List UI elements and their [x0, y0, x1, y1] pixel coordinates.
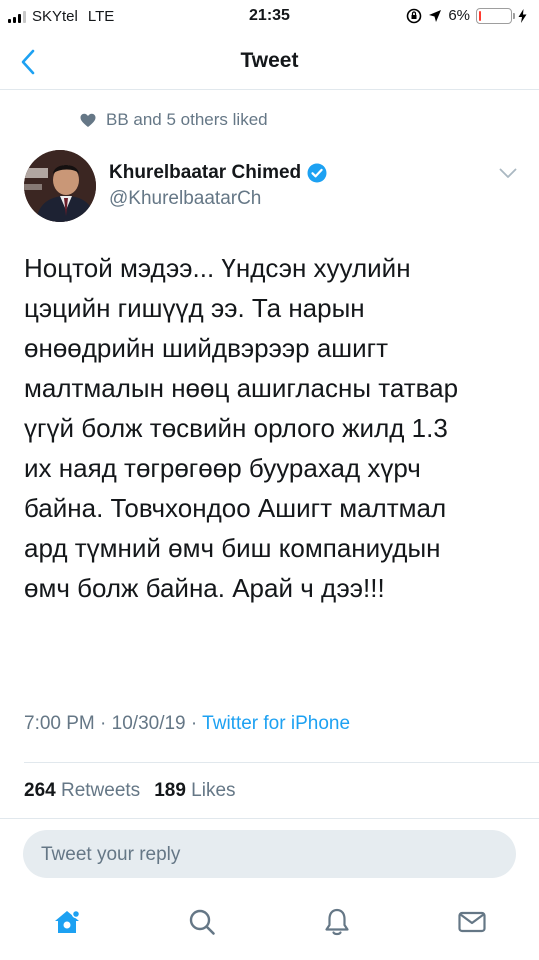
verified-badge-icon [307, 163, 327, 183]
search-icon [189, 909, 215, 935]
tab-notifications[interactable] [319, 904, 355, 940]
tab-home[interactable] [49, 904, 85, 940]
likes-stat[interactable]: 189 Likes [154, 780, 235, 802]
tab-search[interactable] [184, 904, 220, 940]
tweet-line: ард түмний өмч биш компаниудын [24, 533, 441, 563]
charging-icon [518, 8, 527, 23]
messages-icon [458, 911, 486, 933]
divider [24, 762, 539, 763]
status-right: 6% [406, 7, 527, 24]
tweet-line: байна. Товчхондоо Ашигт малтмал [24, 493, 447, 523]
tab-messages[interactable] [454, 904, 490, 940]
avatar[interactable] [24, 150, 96, 222]
reply-input[interactable]: Tweet your reply [23, 830, 516, 878]
divider [0, 818, 539, 819]
social-context[interactable]: BB and 5 others liked [80, 110, 268, 130]
status-bar: SKYtel LTE 21:35 6% [0, 0, 539, 34]
battery-percent: 6% [448, 7, 470, 24]
screen-lock-icon [407, 8, 422, 23]
notifications-icon [325, 908, 349, 936]
tweet-date: 10/30/19 [111, 713, 186, 734]
author-handle[interactable]: @KhurelbaatarCh [109, 188, 261, 210]
heart-icon [80, 113, 96, 127]
avatar-photo [24, 150, 96, 222]
author-name: Khurelbaatar Chimed [109, 162, 302, 183]
tweet-line: цэцийн гишүүд ээ. Та нарын [24, 293, 365, 323]
bottom-tab-bar [0, 890, 539, 960]
retweets-count: 264 [24, 780, 56, 801]
tweet-line: үгүй болж төсвийн орлого жилд 1.3 [24, 413, 448, 443]
likes-label: Likes [191, 780, 236, 801]
tweet-line: өнөөдрийн шийдвэрээр ашигт [24, 333, 389, 363]
chevron-down-icon [499, 168, 517, 178]
page-title: Tweet [240, 49, 299, 72]
tweet-line: өмч болж байна. Арай ч дээ!!! [24, 573, 385, 603]
battery-icon [476, 7, 515, 24]
more-options-button[interactable] [499, 166, 517, 184]
home-icon [55, 909, 81, 933]
likes-count: 189 [154, 780, 186, 801]
tweet-text: Ноцтой мэдээ... Үндсэн хуулийн цэцийн ги… [24, 248, 524, 608]
tweet-source-link[interactable]: Twitter for iPhone [202, 713, 350, 734]
tweet-line: их наяд төгрөгөөр буурахад хүрч [24, 453, 421, 483]
tweet-time: 7:00 PM [24, 713, 95, 734]
meta-separator: · [100, 713, 107, 734]
nav-header: Tweet [0, 34, 539, 90]
retweets-stat[interactable]: 264 Retweets [24, 780, 140, 802]
social-context-text: BB and 5 others liked [106, 110, 268, 129]
tweet-line: Ноцтой мэдээ... Үндсэн хуулийн [24, 253, 411, 283]
tweet-line: малтмалын нөөц ашигласны татвар [24, 373, 459, 403]
meta-separator: · [190, 713, 198, 734]
tweet-stats: 264 Retweets 189 Likes [24, 780, 236, 802]
location-icon [429, 9, 442, 22]
retweets-label: Retweets [60, 780, 141, 801]
battery-level [479, 10, 481, 21]
tweet-meta: 7:00 PM · 10/30/19 · Twitter for iPhone [24, 713, 350, 735]
author-name-row[interactable]: Khurelbaatar Chimed [109, 162, 327, 184]
